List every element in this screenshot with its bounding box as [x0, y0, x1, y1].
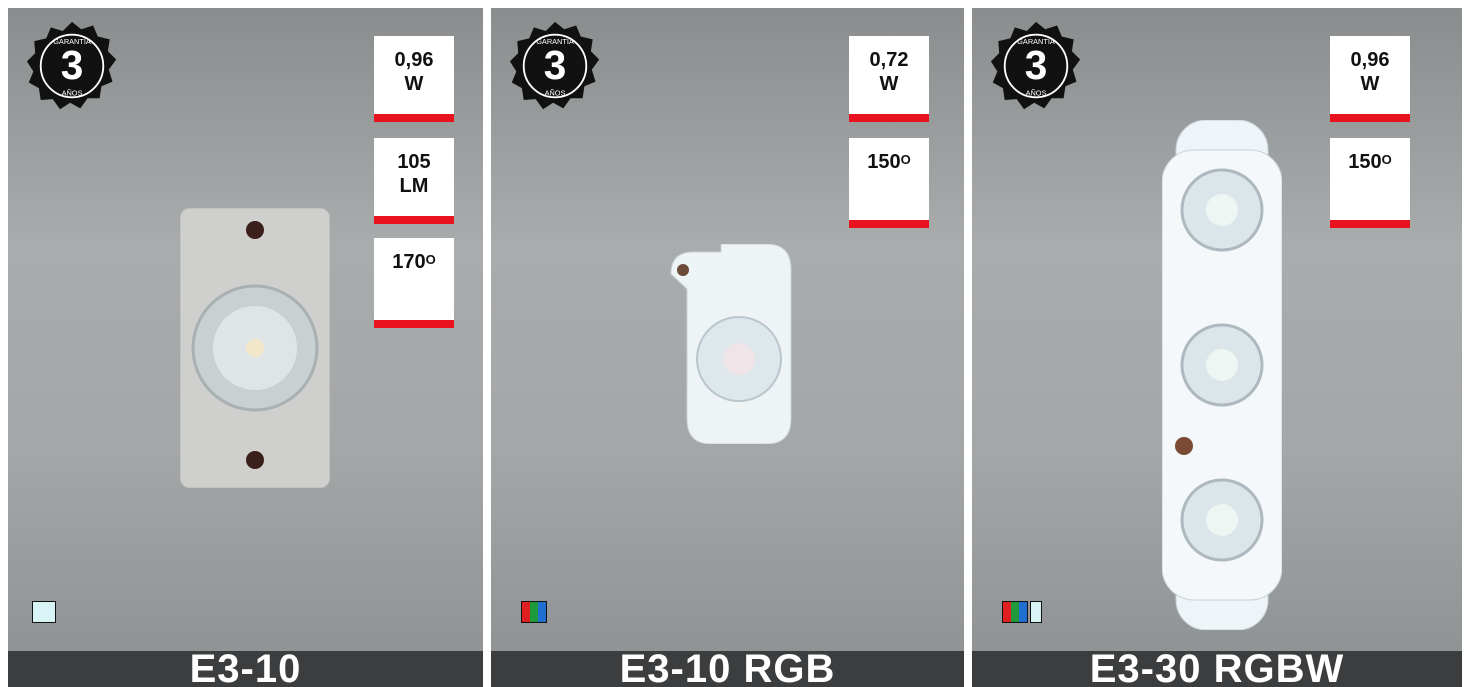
svg-text:GARANTÍA: GARANTÍA — [53, 37, 91, 46]
product-panel-e3-10: 3 GARANTÍA AÑOS 0,96 W 105 LM 170O E3-10 — [8, 8, 483, 687]
rgb-swatch-icon — [521, 601, 547, 623]
svg-text:AÑOS: AÑOS — [62, 88, 83, 97]
spec-value: 170 — [392, 251, 426, 273]
spec-unit: LM — [399, 175, 429, 197]
product-caption: E3-10 — [8, 647, 483, 687]
led-module-image — [180, 208, 330, 488]
spec-power: 0,96 W — [1330, 36, 1410, 122]
spec-value: 150 — [1348, 151, 1382, 173]
svg-text:AÑOS: AÑOS — [545, 88, 566, 97]
led-module-image — [1162, 120, 1282, 630]
spec-value: 105 — [397, 151, 431, 173]
svg-text:3: 3 — [61, 42, 84, 88]
spec-unit: W — [879, 73, 899, 95]
product-name: E3-10 RGB — [619, 647, 836, 687]
spec-unit: W — [404, 73, 424, 95]
product-panel-e3-10-rgb: 3 GARANTÍA AÑOS 0,72 W 150O E3-10 RGB — [491, 8, 964, 687]
product-catalog: 3 GARANTÍA AÑOS 0,96 W 105 LM 170O E3-10 — [0, 0, 1465, 687]
svg-text:GARANTÍA: GARANTÍA — [536, 37, 574, 46]
spec-beam-angle: 170O — [374, 238, 454, 328]
product-name: E3-10 — [189, 647, 302, 687]
product-caption: E3-30 RGBW — [972, 647, 1462, 687]
white-swatch-icon — [1030, 601, 1042, 623]
spec-lumens: 105 LM — [374, 138, 454, 224]
spec-beam-angle: 150O — [849, 138, 929, 228]
color-swatches — [1002, 601, 1042, 623]
white-swatch-icon — [32, 601, 56, 623]
led-module-image — [670, 244, 792, 444]
product-caption: E3-10 RGB — [491, 647, 964, 687]
spec-unit: O — [425, 252, 436, 267]
svg-text:AÑOS: AÑOS — [1026, 88, 1047, 97]
warranty-badge-icon: 3 GARANTÍA AÑOS — [26, 21, 117, 110]
spec-value: 0,72 — [869, 49, 909, 71]
spec-unit: O — [900, 152, 911, 167]
svg-text:GARANTÍA: GARANTÍA — [1017, 37, 1055, 46]
svg-text:3: 3 — [544, 42, 567, 88]
spec-value: 0,96 — [394, 49, 434, 71]
spec-power: 0,72 W — [849, 36, 929, 122]
rgb-swatch-icon — [1002, 601, 1028, 623]
spec-unit: W — [1360, 73, 1380, 95]
warranty-badge-icon: 3 GARANTÍA AÑOS — [990, 21, 1081, 110]
color-swatches — [32, 601, 56, 623]
spec-beam-angle: 150O — [1330, 138, 1410, 228]
product-name: E3-30 RGBW — [1089, 647, 1345, 687]
svg-text:3: 3 — [1025, 42, 1048, 88]
spec-value: 150 — [867, 151, 901, 173]
warranty-badge-icon: 3 GARANTÍA AÑOS — [509, 21, 600, 110]
product-panel-e3-30-rgbw: 3 GARANTÍA AÑOS 0,96 W 150O E3-30 RGBW — [972, 8, 1462, 687]
spec-value: 0,96 — [1350, 49, 1390, 71]
spec-unit: O — [1381, 152, 1392, 167]
color-swatches — [521, 601, 547, 623]
spec-power: 0,96 W — [374, 36, 454, 122]
